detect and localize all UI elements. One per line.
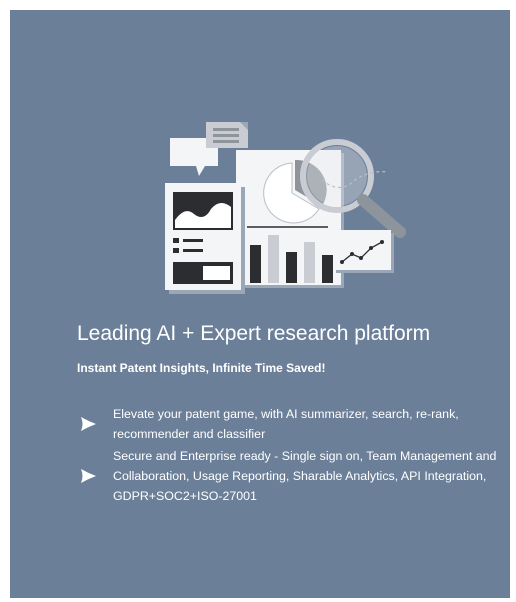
feature-text: Secure and Enterprise ready - Single sig… — [113, 449, 497, 503]
bullet-arrow-icon — [81, 417, 96, 431]
feature-item: Secure and Enterprise ready - Single sig… — [77, 446, 497, 506]
feature-item: Elevate your patent game, with AI summar… — [77, 404, 497, 444]
report-analytics-illustration — [165, 122, 406, 294]
feature-text: Elevate your patent game, with AI summar… — [113, 407, 459, 441]
bullet-arrow-icon — [81, 469, 96, 483]
hero-subtitle: Instant Patent Insights, Infinite Time S… — [77, 361, 326, 375]
hero-title: Leading AI + Expert research platform — [77, 322, 431, 345]
hero-panel: Leading AI + Expert research platform In… — [10, 10, 510, 598]
